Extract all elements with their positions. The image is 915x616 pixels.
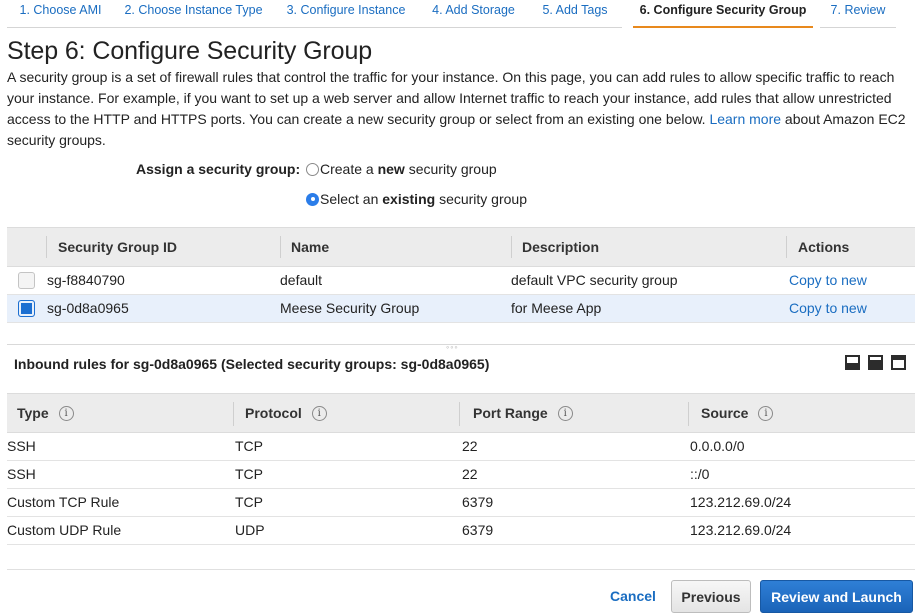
- column-header-actions: Actions: [798, 239, 850, 255]
- security-group-row-selected[interactable]: sg-0d8a0965 Meese Security Group for Mee…: [7, 295, 915, 323]
- inbound-rule-row: Custom UDP Rule UDP 6379 123.212.69.0/24: [7, 517, 915, 545]
- inbound-rule-row: Custom TCP Rule TCP 6379 123.212.69.0/24: [7, 489, 915, 517]
- inbound-rule-row: SSH TCP 22 ::/0: [7, 461, 915, 489]
- cancel-button[interactable]: Cancel: [610, 588, 656, 604]
- column-separator: [511, 236, 512, 258]
- column-header-label: Source: [701, 405, 749, 421]
- rule-port-range: 22: [462, 466, 478, 482]
- wizard-tabs: 1. Choose AMI 2. Choose Instance Type 3.…: [0, 0, 915, 28]
- radio-label-suffix: security group: [408, 161, 497, 177]
- column-header-label: Protocol: [245, 405, 302, 421]
- copy-to-new-link[interactable]: Copy to new: [789, 272, 867, 288]
- tab-choose-instance-type[interactable]: 2. Choose Instance Type: [114, 0, 273, 28]
- tab-add-tags[interactable]: 5. Add Tags: [528, 0, 622, 28]
- panel-maximize-icon[interactable]: [891, 355, 906, 370]
- column-header-security-group-id[interactable]: Security Group ID: [58, 239, 177, 255]
- column-header-protocol[interactable]: Protocol i: [245, 405, 327, 421]
- rule-port-range: 6379: [462, 522, 494, 538]
- security-group-name: default: [280, 272, 323, 288]
- panel-layout-controls: [845, 355, 906, 370]
- tab-add-storage[interactable]: 4. Add Storage: [419, 0, 528, 28]
- info-icon[interactable]: i: [557, 405, 573, 421]
- footer-divider: [7, 569, 915, 570]
- column-separator: [280, 236, 281, 258]
- rule-type: Custom TCP Rule: [7, 494, 120, 510]
- tab-choose-ami[interactable]: 1. Choose AMI: [7, 0, 114, 28]
- assign-security-group-label: Assign a security group:: [136, 161, 301, 177]
- rule-protocol: TCP: [235, 438, 263, 454]
- radio-button[interactable]: [306, 162, 319, 176]
- row-checkbox[interactable]: [18, 272, 35, 289]
- security-groups-table: Security Group ID Name Description Actio…: [7, 227, 915, 323]
- security-group-id: sg-0d8a0965: [47, 300, 129, 316]
- rule-type: SSH: [7, 438, 36, 454]
- column-header-label: Type: [17, 405, 49, 421]
- panel-divider: [7, 344, 915, 345]
- radio-label-bold: existing: [382, 191, 436, 207]
- radio-label-prefix: Select an: [320, 191, 379, 207]
- column-separator: [459, 402, 460, 426]
- security-group-id: sg-f8840790: [47, 272, 125, 288]
- tab-review[interactable]: 7. Review: [820, 0, 896, 28]
- security-groups-table-header: Security Group ID Name Description Actio…: [7, 227, 915, 267]
- row-checkbox-checked[interactable]: [18, 300, 35, 317]
- rule-source: ::/0: [690, 466, 710, 482]
- inbound-rules-title: Inbound rules for sg-0d8a0965 (Selected …: [14, 356, 490, 372]
- security-group-description: default VPC security group: [511, 272, 678, 288]
- column-header-description[interactable]: Description: [522, 239, 599, 255]
- rule-port-range: 22: [462, 438, 478, 454]
- radio-label-suffix: security group: [439, 191, 527, 207]
- info-icon[interactable]: i: [58, 405, 74, 421]
- page-title: Step 6: Configure Security Group: [7, 37, 373, 65]
- rule-port-range: 6379: [462, 494, 494, 510]
- radio-select-existing-security-group[interactable]: Select an existing security group: [306, 191, 527, 207]
- column-header-name[interactable]: Name: [291, 239, 329, 255]
- info-icon[interactable]: i: [758, 405, 774, 421]
- column-header-port-range[interactable]: Port Range i: [473, 405, 573, 421]
- tab-configure-security-group[interactable]: 6. Configure Security Group: [633, 0, 813, 28]
- rule-source: 0.0.0.0/0: [690, 438, 745, 454]
- rule-source: 123.212.69.0/24: [690, 522, 792, 538]
- column-separator: [233, 402, 234, 426]
- security-group-row[interactable]: sg-f8840790 default default VPC security…: [7, 267, 915, 295]
- rule-type: Custom UDP Rule: [7, 522, 122, 538]
- column-header-type[interactable]: Type i: [17, 405, 74, 421]
- copy-to-new-link[interactable]: Copy to new: [789, 300, 867, 316]
- rule-protocol: TCP: [235, 466, 263, 482]
- panel-half-icon[interactable]: [868, 355, 883, 370]
- radio-button-checked[interactable]: [306, 192, 319, 206]
- security-group-name: Meese Security Group: [280, 300, 420, 316]
- rule-protocol: TCP: [235, 494, 263, 510]
- page-description: A security group is a set of firewall ru…: [7, 67, 912, 151]
- info-icon[interactable]: i: [311, 405, 327, 421]
- inbound-rules-table: Type i Protocol i Port Range i Source i SSH …: [7, 393, 915, 545]
- column-separator: [46, 236, 47, 258]
- review-and-launch-button[interactable]: Review and Launch: [760, 580, 913, 613]
- column-separator: [786, 236, 787, 258]
- panel-minimize-icon[interactable]: [845, 355, 860, 370]
- column-header-source[interactable]: Source i: [701, 405, 774, 421]
- learn-more-link[interactable]: Learn more: [709, 111, 781, 127]
- inbound-rule-row: SSH TCP 22 0.0.0.0/0: [7, 433, 915, 461]
- inbound-rules-table-header: Type i Protocol i Port Range i Source i: [7, 393, 915, 433]
- tab-configure-instance[interactable]: 3. Configure Instance: [273, 0, 419, 28]
- radio-create-new-security-group[interactable]: Create a new security group: [306, 161, 497, 177]
- rule-protocol: UDP: [235, 522, 265, 538]
- radio-label-prefix: Create a: [320, 161, 374, 177]
- security-group-description: for Meese App: [511, 300, 602, 316]
- rule-type: SSH: [7, 466, 36, 482]
- previous-button[interactable]: Previous: [671, 580, 751, 613]
- column-separator: [688, 402, 689, 426]
- column-header-label: Port Range: [473, 405, 548, 421]
- rule-source: 123.212.69.0/24: [690, 494, 792, 510]
- radio-label-bold: new: [377, 161, 405, 177]
